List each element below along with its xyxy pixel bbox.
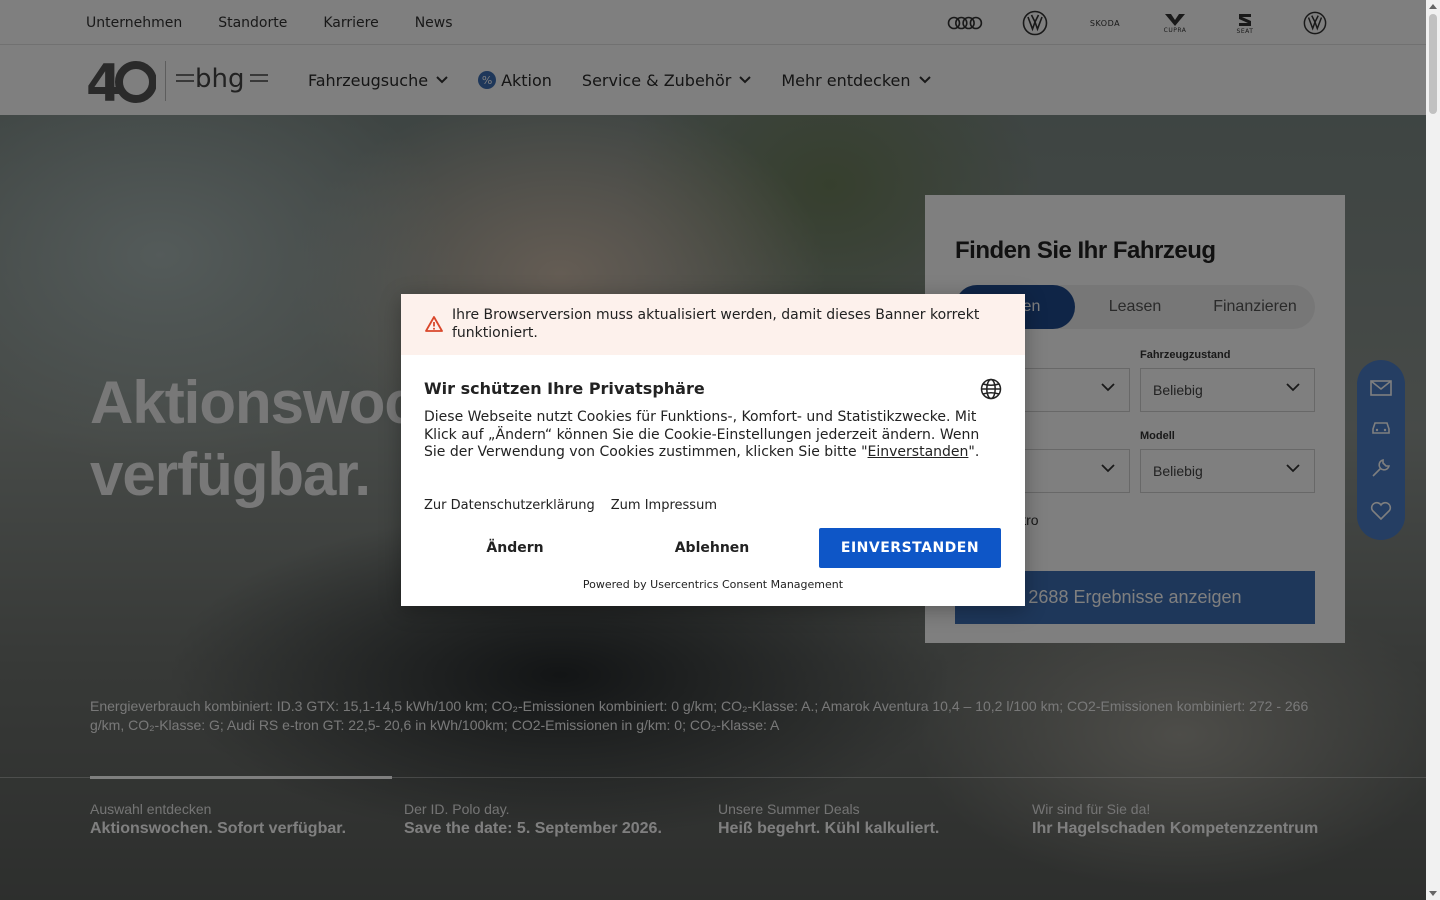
- browser-warning-text: Ihre Browserversion muss aktualisiert we…: [452, 307, 980, 341]
- consent-title: Wir schützen Ihre Privatsphäre: [424, 379, 705, 398]
- consent-body-link[interactable]: Einverstanden: [868, 444, 969, 460]
- language-globe-icon[interactable]: [980, 378, 1002, 400]
- scroll-down-arrow[interactable]: [1429, 891, 1437, 896]
- consent-links: Zur Datenschutzerklärung Zum Impressum: [424, 498, 717, 513]
- consent-body: Diese Webseite nutzt Cookies für Funktio…: [424, 409, 1004, 462]
- change-settings-button[interactable]: Ändern: [424, 528, 606, 568]
- privacy-policy-link[interactable]: Zur Datenschutzerklärung: [424, 498, 595, 513]
- scroll-thumb[interactable]: [1429, 14, 1437, 114]
- scroll-up-arrow[interactable]: [1429, 4, 1437, 9]
- reject-button[interactable]: Ablehnen: [621, 528, 803, 568]
- warning-icon: [425, 316, 443, 332]
- accept-button[interactable]: EINVERSTANDEN: [819, 528, 1001, 568]
- imprint-link[interactable]: Zum Impressum: [611, 498, 717, 513]
- browser-warning-banner: Ihre Browserversion muss aktualisiert we…: [401, 294, 1025, 355]
- powered-by-text: Powered by Usercentrics Consent Manageme…: [582, 578, 844, 591]
- cookie-consent-dialog: Ihre Browserversion muss aktualisiert we…: [401, 294, 1025, 606]
- page-scrollbar[interactable]: [1426, 0, 1440, 900]
- consent-body-end: ".: [968, 444, 980, 460]
